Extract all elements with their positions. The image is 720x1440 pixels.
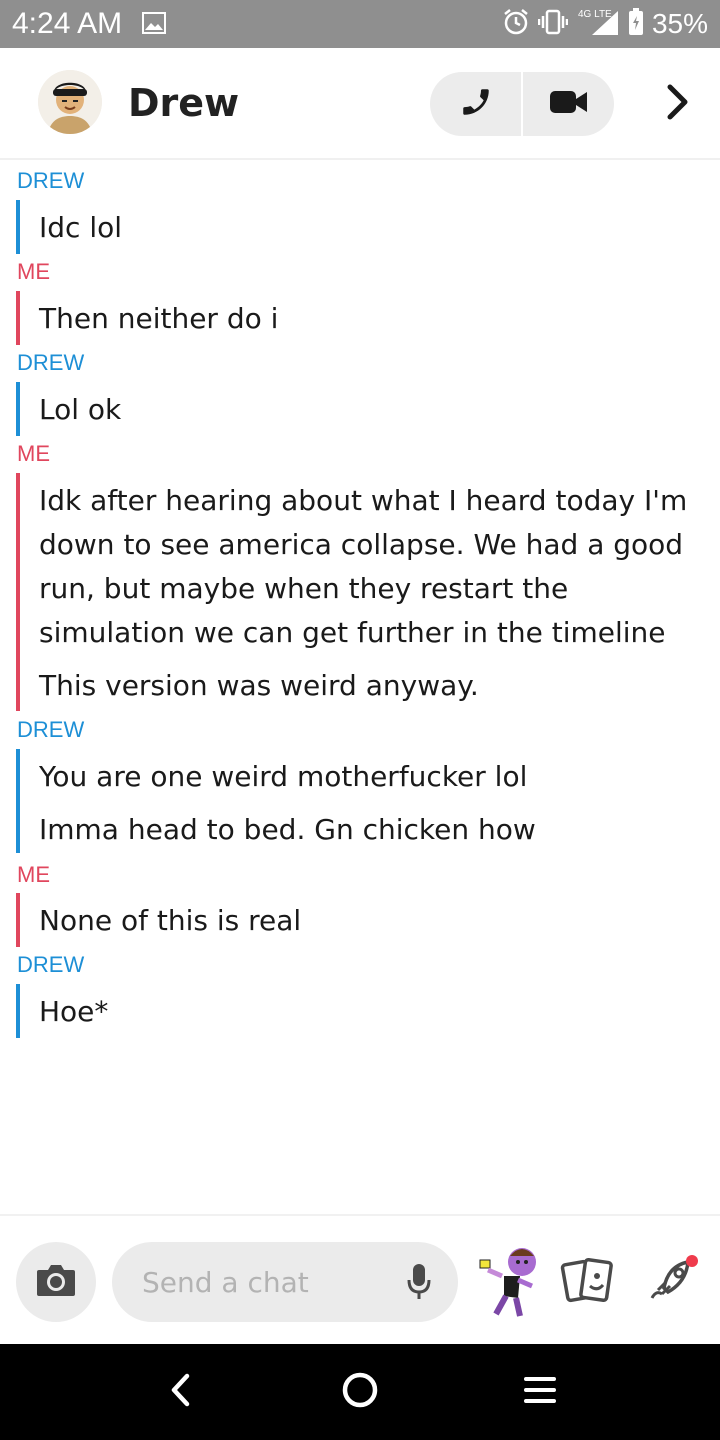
- battery-icon: [628, 7, 644, 41]
- alarm-icon: [502, 8, 530, 41]
- bitmoji-icon[interactable]: [474, 1236, 546, 1322]
- message-text[interactable]: Imma head to bed. Gn chicken how: [39, 808, 709, 852]
- sender-label: DREW: [17, 350, 85, 375]
- status-time: 4:24 AM: [12, 7, 123, 40]
- message-text[interactable]: Idk after hearing about what I heard tod…: [39, 479, 709, 655]
- message-bar: [16, 382, 20, 436]
- network-label: 4G LTE: [578, 9, 612, 20]
- message-text[interactable]: Then neither do i: [39, 297, 709, 341]
- message-bar: [16, 893, 20, 947]
- message-text[interactable]: This version was weird anyway.: [39, 664, 709, 708]
- sender-label: DREW: [17, 717, 85, 742]
- phone-icon: [459, 85, 493, 124]
- recents-icon: [522, 1372, 558, 1413]
- sender-label: ME: [17, 259, 50, 284]
- camera-button[interactable]: [16, 1242, 96, 1322]
- video-call-button[interactable]: [523, 72, 614, 136]
- message-text[interactable]: None of this is real: [39, 899, 709, 943]
- chat-input[interactable]: [142, 1242, 392, 1322]
- message-bar: [16, 291, 20, 345]
- chevron-right-button[interactable]: [656, 80, 700, 128]
- cards-icon[interactable]: [560, 1256, 616, 1309]
- status-bar: 4:24 AM 4G LTE 35%: [0, 0, 720, 48]
- voice-call-button[interactable]: [430, 72, 521, 136]
- contact-name[interactable]: Drew: [128, 80, 239, 126]
- message-bar: [16, 749, 20, 853]
- camera-icon: [35, 1262, 77, 1303]
- back-icon: [168, 1372, 192, 1413]
- rocket-icon[interactable]: [644, 1252, 700, 1313]
- navigation-bar: [0, 1344, 720, 1440]
- message-bar: [16, 473, 20, 711]
- sender-label: DREW: [17, 952, 85, 977]
- sender-label: ME: [17, 862, 50, 887]
- message-text[interactable]: Hoe*: [39, 990, 709, 1034]
- call-buttons: [430, 72, 614, 136]
- vibrate-icon: [537, 8, 569, 41]
- message-text[interactable]: You are one weird motherfucker lol: [39, 755, 709, 799]
- gallery-icon: [142, 12, 166, 39]
- chat-header: Drew: [0, 48, 720, 160]
- message-bar: [16, 200, 20, 254]
- chevron-right-icon: [665, 84, 691, 125]
- message-text[interactable]: Lol ok: [39, 388, 709, 432]
- message-bar: [16, 984, 20, 1038]
- video-icon: [549, 89, 589, 120]
- microphone-icon[interactable]: [406, 1262, 432, 1307]
- chat-input-bar: [0, 1214, 720, 1344]
- back-button[interactable]: [156, 1368, 204, 1416]
- message-text[interactable]: Idc lol: [39, 206, 709, 250]
- sender-label: DREW: [17, 168, 85, 193]
- battery-percentage: 35%: [651, 8, 708, 39]
- recents-button[interactable]: [516, 1368, 564, 1416]
- sender-label: ME: [17, 441, 50, 466]
- avatar[interactable]: [38, 70, 102, 134]
- home-button[interactable]: [336, 1368, 384, 1416]
- signal-icon: 4G LTE: [576, 7, 620, 42]
- home-icon: [340, 1370, 380, 1415]
- chat-field[interactable]: [112, 1242, 458, 1322]
